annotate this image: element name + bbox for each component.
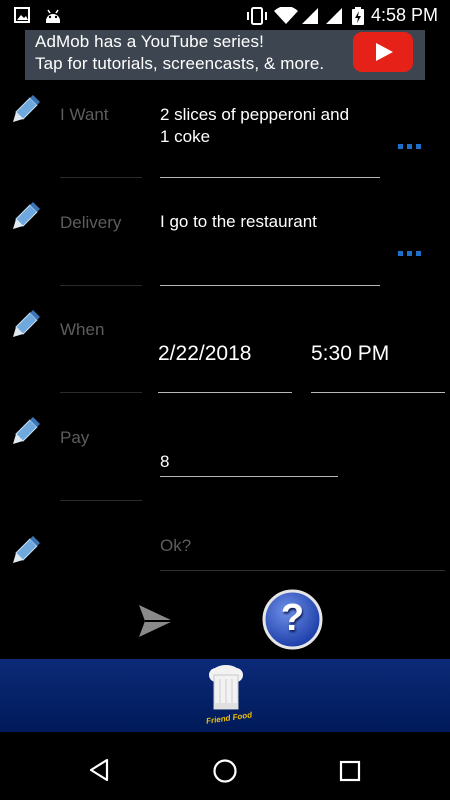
pay-underline xyxy=(160,476,338,477)
edit-pencil-icon[interactable] xyxy=(11,308,41,338)
delivery-value[interactable]: I go to the restaurant xyxy=(160,211,317,233)
chef-hat-icon xyxy=(209,665,243,710)
want-value-line2: 1 coke xyxy=(160,127,211,146)
edit-pencil-icon[interactable] xyxy=(11,200,41,230)
ad-banner[interactable]: AdMob has a YouTube series! Tap for tuto… xyxy=(25,30,425,80)
navigation-bar xyxy=(0,732,450,800)
status-time: 4:58 PM xyxy=(370,5,438,25)
delivery-label: Delivery xyxy=(60,213,122,232)
label-divider xyxy=(60,500,142,501)
help-button[interactable]: ? xyxy=(262,589,323,650)
date-field[interactable]: 2/22/2018 xyxy=(158,342,251,366)
help-glyph: ? xyxy=(280,597,305,639)
battery-charging-icon xyxy=(352,7,364,25)
time-field[interactable]: 5:30 PM xyxy=(311,342,389,366)
send-icon[interactable] xyxy=(137,603,175,639)
image-icon xyxy=(14,7,30,23)
brand-bar: Friend Food xyxy=(0,659,450,732)
pay-input[interactable]: 8 xyxy=(160,451,169,473)
ok-input[interactable]: Ok? xyxy=(160,536,191,556)
ok-underline xyxy=(160,570,445,571)
ad-subline: Tap for tutorials, screencasts, & more. xyxy=(35,54,325,73)
label-divider xyxy=(60,177,142,178)
more-options-icon[interactable] xyxy=(398,136,426,149)
delivery-underline xyxy=(160,285,380,286)
signal-icon xyxy=(302,8,318,24)
more-options-icon[interactable] xyxy=(398,243,426,256)
status-bar: 4:58 PM xyxy=(0,0,450,30)
home-icon[interactable] xyxy=(212,758,238,784)
edit-pencil-icon[interactable] xyxy=(11,415,41,445)
edit-pencil-icon[interactable] xyxy=(11,534,41,564)
want-value[interactable]: 2 slices of pepperoni and 1 coke xyxy=(160,104,349,148)
recents-icon[interactable] xyxy=(339,760,361,782)
label-divider xyxy=(60,285,142,286)
date-underline xyxy=(158,392,292,393)
want-value-line1: 2 slices of pepperoni and xyxy=(160,105,350,124)
youtube-play-icon xyxy=(353,32,413,72)
vibrate-icon xyxy=(247,7,267,25)
signal-icon xyxy=(326,8,342,24)
want-label: I Want xyxy=(60,105,109,124)
label-divider xyxy=(60,392,142,393)
want-underline xyxy=(160,177,380,178)
wifi-icon xyxy=(274,7,298,24)
android-icon xyxy=(46,9,60,23)
edit-pencil-icon[interactable] xyxy=(11,93,41,123)
when-label: When xyxy=(60,320,105,339)
time-underline xyxy=(311,392,445,393)
pay-label: Pay xyxy=(60,428,90,447)
back-icon[interactable] xyxy=(88,758,110,782)
ad-headline: AdMob has a YouTube series! xyxy=(35,32,264,51)
